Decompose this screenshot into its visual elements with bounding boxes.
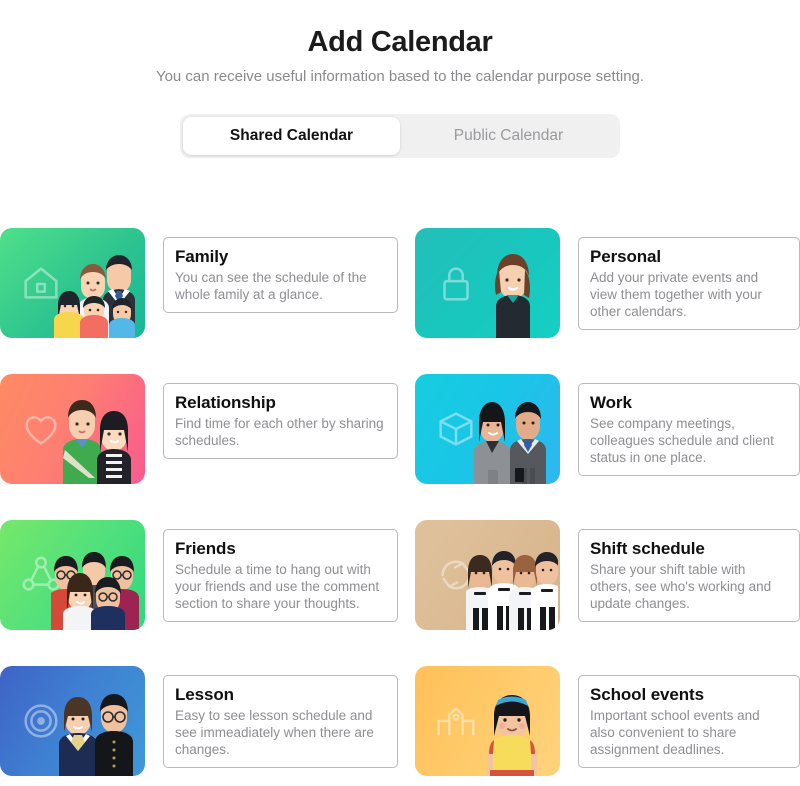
card-row: Friends Schedule a time to hang out with… [0,520,800,666]
card-info: Relationship Find time for each other by… [163,383,398,459]
calendar-card-relationship[interactable]: Relationship Find time for each other by… [0,374,400,520]
schoolgirl-illustration [466,666,558,776]
card-title: Family [175,247,229,266]
calendar-card-friends[interactable]: Friends Schedule a time to hang out with… [0,520,400,666]
card-info: Lesson Easy to see lesson schedule and s… [163,675,398,768]
card-description: See company meetings, colleagues schedul… [590,416,774,465]
couple-illustration [51,374,143,484]
calendar-card-family[interactable]: Family You can see the schedule of the w… [0,228,400,374]
friends-group-illustration [51,520,143,630]
card-thumbnail [415,520,560,630]
card-info: Work See company meetings, colleagues sc… [578,383,800,476]
card-title: Lesson [175,685,234,704]
card-title: Friends [175,539,236,558]
card-description: Important school events and also conveni… [590,708,760,757]
card-thumbnail [415,228,560,338]
card-thumbnail [415,666,560,776]
card-row: Relationship Find time for each other by… [0,374,800,520]
woman-illustration [466,228,558,338]
card-title: Relationship [175,393,276,412]
calendar-type-switcher: Shared Calendar Public Calendar [0,114,800,158]
card-info: Shift schedule Share your shift table wi… [578,529,800,622]
card-thumbnail [0,666,145,776]
card-description: Share your shift table with others, see … [590,562,772,611]
card-title: Shift schedule [590,539,705,558]
calendar-card-personal[interactable]: Personal Add your private events and vie… [400,228,800,374]
card-description: You can see the schedule of the whole fa… [175,270,367,302]
card-row: Family You can see the schedule of the w… [0,228,800,374]
card-info: Family You can see the schedule of the w… [163,237,398,313]
add-calendar-page: Add Calendar You can receive useful info… [0,0,800,786]
staff-team-illustration [466,520,558,630]
page-title: Add Calendar [307,26,493,58]
card-row: Lesson Easy to see lesson schedule and s… [0,666,800,786]
calendar-card-school-events[interactable]: School events Important school events an… [400,666,800,786]
card-title: Personal [590,247,662,266]
tab-shared-calendar[interactable]: Shared Calendar [183,117,400,155]
page-subtitle: You can receive useful information based… [155,68,645,85]
card-info: Friends Schedule a time to hang out with… [163,529,398,622]
card-thumbnail [415,374,560,484]
page-header: Add Calendar You can receive useful info… [0,0,800,88]
calendar-card-lesson[interactable]: Lesson Easy to see lesson schedule and s… [0,666,400,786]
calendar-purpose-grid: Family You can see the schedule of the w… [0,228,800,786]
family-illustration [51,228,143,338]
card-info: School events Important school events an… [578,675,800,768]
tab-public-calendar-label: Public Calendar [453,127,564,144]
card-description: Easy to see lesson schedule and see imme… [175,708,374,757]
card-title: Work [590,393,632,412]
card-info: Personal Add your private events and vie… [578,237,800,330]
card-thumbnail [0,228,145,338]
coworkers-illustration [466,374,558,484]
card-description: Find time for each other by sharing sche… [175,416,384,448]
card-thumbnail [0,520,145,630]
calendar-card-shift-schedule[interactable]: Shift schedule Share your shift table wi… [400,520,800,666]
tab-public-calendar[interactable]: Public Calendar [400,117,617,155]
calendar-card-work[interactable]: Work See company meetings, colleagues sc… [400,374,800,520]
tab-shared-calendar-label: Shared Calendar [229,127,354,144]
card-title: School events [590,685,704,704]
card-description: Schedule a time to hang out with your fr… [175,562,380,611]
card-thumbnail [0,374,145,484]
segmented-control: Shared Calendar Public Calendar [180,114,620,158]
card-description: Add your private events and view them to… [590,270,762,319]
teacher-student-illustration [51,666,143,776]
